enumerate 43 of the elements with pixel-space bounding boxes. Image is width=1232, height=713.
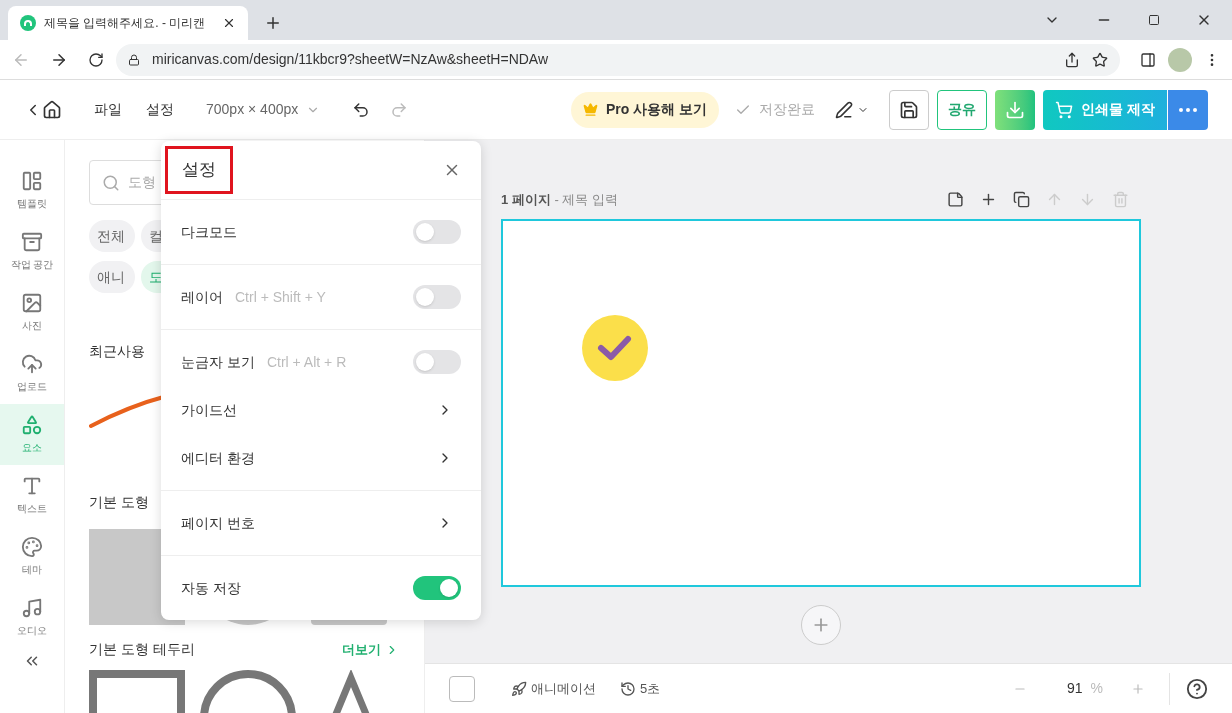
- sidebar-item[interactable]: 오디오: [0, 587, 64, 648]
- settings-row[interactable]: 에디터 환경: [161, 434, 481, 482]
- menu-item[interactable]: 설정: [146, 99, 174, 120]
- sidebar-item[interactable]: 작업 공간: [0, 221, 64, 282]
- browser-tab[interactable]: 제목을 입력해주세요. - 미리캔: [8, 6, 248, 40]
- page-label: 1 페이지 - 제목 입력: [501, 191, 619, 209]
- save-status: 저장완료: [735, 99, 816, 120]
- tab-title: 제목을 입력해주세요. - 미리캔: [44, 15, 206, 32]
- section-title: 최근사용: [89, 342, 145, 361]
- section-title: 기본 도형: [89, 493, 149, 512]
- settings-row[interactable]: 페이지 번호: [161, 499, 481, 547]
- shortcut-hint: Ctrl + Alt + R: [266, 352, 347, 372]
- sidebar-item[interactable]: 업로드: [0, 343, 64, 404]
- section-title: 기본 도형 테두리: [89, 640, 196, 659]
- setting-label: 레이어: [181, 287, 223, 307]
- settings-row[interactable]: 다크모드: [161, 208, 481, 256]
- setting-label: 가이드선: [181, 400, 237, 420]
- size-dropdown[interactable]: 700px × 400px: [206, 99, 321, 120]
- address-bar[interactable]: miricanvas.com/design/11kbcr9?sheetW=NzAw&sheetH=NDAw: [116, 43, 1120, 76]
- setting-label: 에디터 환경: [181, 448, 255, 468]
- menu-item[interactable]: 파일: [94, 99, 122, 120]
- sidebar-item[interactable]: 테마: [0, 526, 64, 587]
- setting-label: 다크모드: [181, 222, 237, 242]
- setting-label: 자동 저장: [181, 578, 241, 598]
- setting-label: 페이지 번호: [181, 513, 255, 533]
- shortcut-hint: Ctrl + Shift + Y: [235, 287, 326, 307]
- url-text: miricanvas.com/design/11kbcr9?sheetW=NzAw&sheetH=NDAw: [152, 50, 549, 69]
- history-button[interactable]: 5초: [620, 678, 661, 699]
- sidebar-item[interactable]: 템플릿: [0, 160, 64, 221]
- popup-title: 설정: [165, 146, 233, 194]
- settings-row[interactable]: 가이드선: [161, 386, 481, 434]
- zoom-value[interactable]: 91: [1066, 678, 1083, 699]
- sidebar-item[interactable]: 텍스트: [0, 465, 64, 526]
- settings-row[interactable]: 자동 저장: [161, 564, 481, 612]
- setting-label: 눈금자 보기: [181, 352, 255, 372]
- animation-button[interactable]: 애니메이션: [511, 678, 596, 699]
- pro-trial-button[interactable]: Pro 사용해 보기: [571, 91, 720, 128]
- sidebar-item[interactable]: 사진: [0, 282, 64, 343]
- filter-chip[interactable]: 전체: [89, 220, 135, 252]
- filter-chip[interactable]: 애니: [89, 261, 135, 293]
- settings-row[interactable]: 눈금자 보기 Ctrl + Alt + R: [161, 338, 481, 386]
- settings-row[interactable]: 레이어 Ctrl + Shift + Y: [161, 273, 481, 321]
- zoom-unit: %: [1090, 679, 1103, 698]
